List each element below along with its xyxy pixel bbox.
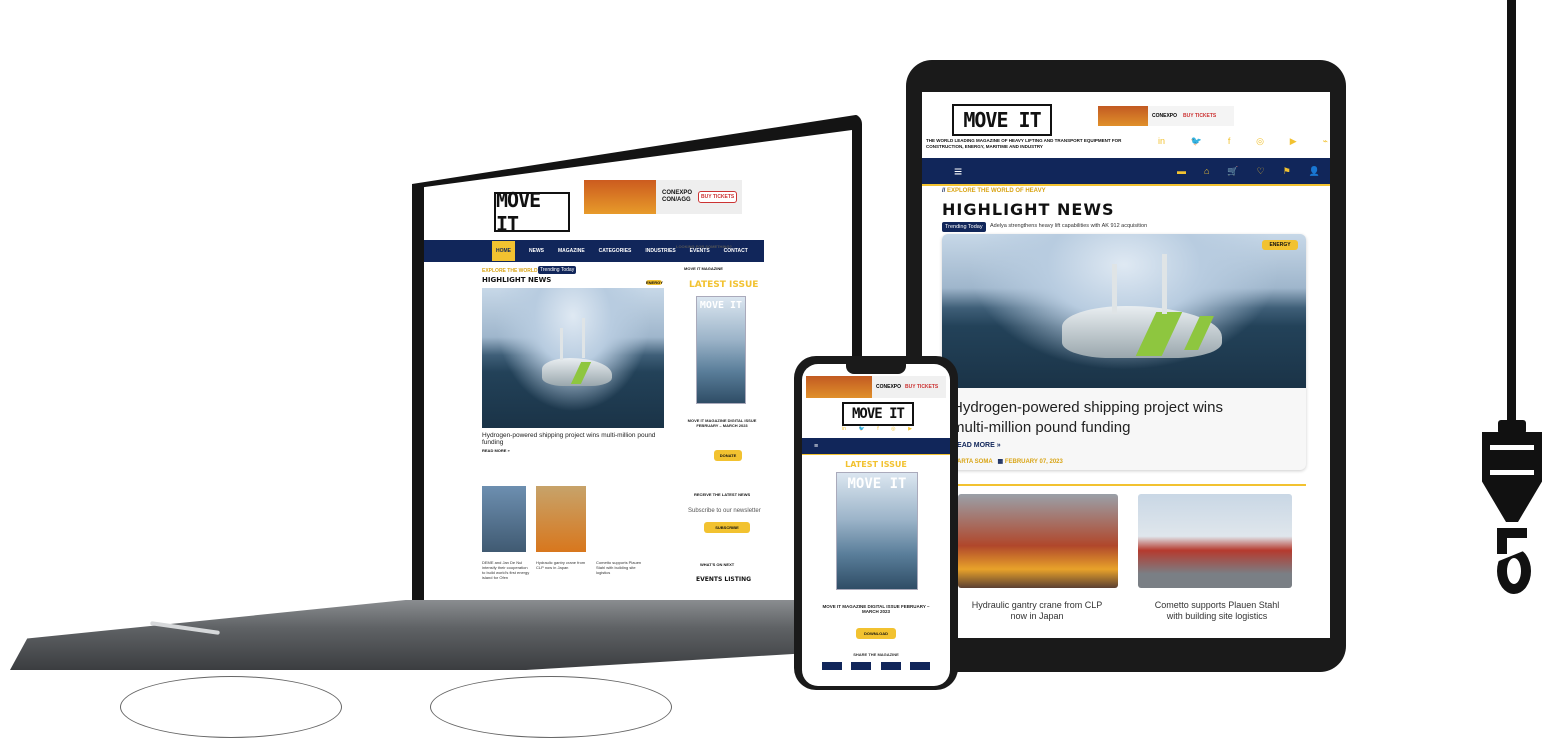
linkedin-icon[interactable]: in bbox=[842, 426, 846, 432]
tablet-kicker: // EXPLORE THE WORLD OF HEAVY bbox=[942, 188, 1046, 194]
tablet-card-title-1[interactable]: Hydraulic gantry crane from CLP now in Ja… bbox=[952, 600, 1122, 622]
laptop-card-title-2[interactable]: Hydraulic gantry crane from CLP now in J… bbox=[536, 560, 590, 570]
laptop-trending-label: Trending Today bbox=[538, 266, 577, 274]
instagram-icon[interactable]: ◎ bbox=[891, 426, 895, 432]
laptop-nav-home[interactable]: HOME bbox=[492, 241, 515, 261]
instagram-icon[interactable]: ◎ bbox=[1256, 136, 1264, 147]
share-email-button[interactable] bbox=[909, 662, 930, 670]
laptop-logo[interactable]: MOVE IT bbox=[494, 188, 570, 236]
phone-section-title: LATEST ISSUE bbox=[845, 460, 907, 469]
tablet-card-photo-1[interactable] bbox=[958, 494, 1118, 588]
laptop-card-photo-2[interactable] bbox=[536, 486, 586, 552]
tablet-read-more[interactable]: READ MORE » bbox=[952, 442, 1001, 449]
laptop-card-title-1[interactable]: DEME and Jan De Nul intensify their coop… bbox=[482, 560, 530, 580]
laptop-newsletter-text: Subscribe to our newsletter bbox=[688, 508, 761, 514]
laptop-sidebar-kicker: MOVE IT MAGAZINE bbox=[684, 266, 723, 271]
laptop-nav-industries[interactable]: INDUSTRIES bbox=[645, 248, 675, 254]
phone-issue-caption[interactable]: MOVE IT MAGAZINE DIGITAL ISSUE FEBRUARY … bbox=[822, 604, 930, 614]
facebook-icon[interactable]: f bbox=[877, 426, 878, 432]
tablet-trending-text[interactable]: Adelya strengthens heavy lift capabiliti… bbox=[990, 223, 1147, 229]
laptop-card-title-3[interactable]: Cometto supports Plauen Stahl with build… bbox=[596, 560, 650, 575]
cable-shadow bbox=[430, 676, 672, 738]
laptop-events-kicker: WHAT'S ON NEXT bbox=[700, 562, 735, 567]
tablet-section-title: HIGHLIGHT NEWS bbox=[942, 200, 1115, 219]
menu-icon[interactable]: ≡ bbox=[954, 163, 962, 179]
phone-screen: CONEXPO BUY TICKETS MOVE IT in 🐦 f ◎ ▶ ≡… bbox=[802, 364, 950, 686]
heart-icon[interactable]: ♡ bbox=[1257, 166, 1265, 177]
phone-share-label: SHARE THE MAGAZINE bbox=[853, 652, 899, 657]
share-linkedin-button[interactable] bbox=[822, 662, 842, 670]
laptop-hero-headline[interactable]: Hydrogen-powered shipping project wins m… bbox=[482, 432, 672, 446]
twitter-icon[interactable]: 🐦 bbox=[858, 426, 864, 432]
laptop-events-title: EVENTS LISTING bbox=[696, 576, 752, 583]
youtube-icon[interactable]: ▶ bbox=[1290, 136, 1297, 147]
laptop-hero-badge[interactable]: ENERGY bbox=[646, 280, 663, 285]
phone-navbar: ≡ bbox=[802, 438, 950, 455]
laptop-subscribe-button[interactable]: SUBSCRIBE bbox=[704, 522, 750, 533]
tablet-hero-badge[interactable]: ENERGY bbox=[1262, 240, 1298, 250]
phone-download-button[interactable]: DOWNLOAD bbox=[856, 628, 896, 639]
tablet-trending-label: Trending Today bbox=[942, 222, 986, 232]
phone-logo[interactable]: MOVE IT bbox=[842, 402, 914, 426]
tablet-hero-card[interactable]: ENERGY Hydrogen-powered shipping project… bbox=[942, 234, 1306, 470]
laptop-card-photo-1[interactable] bbox=[482, 486, 526, 552]
share-facebook-button[interactable] bbox=[880, 662, 901, 670]
laptop-hero-image[interactable] bbox=[482, 288, 664, 428]
menu-icon[interactable]: ≡ bbox=[814, 443, 818, 450]
cart-icon[interactable]: 🛒 bbox=[1227, 166, 1238, 177]
tablet-hero-headline[interactable]: Hydrogen-powered shipping project wins m… bbox=[952, 398, 1292, 438]
cable-shadow bbox=[120, 676, 342, 738]
tablet-hero-image[interactable] bbox=[942, 234, 1306, 388]
twitter-icon[interactable]: 🐦 bbox=[1191, 136, 1202, 147]
home-icon[interactable]: ⌂ bbox=[1204, 166, 1209, 177]
flag-icon[interactable]: ⚑ bbox=[1283, 166, 1291, 177]
laptop-issue-caption[interactable]: MOVE IT MAGAZINE DIGITAL ISSUE FEBRUARY … bbox=[682, 418, 762, 428]
tablet-navbar: ≡ ▬ ⌂ 🛒 ♡ ⚑ 👤 bbox=[922, 158, 1330, 186]
laptop-section-title: HIGHLIGHT NEWS bbox=[482, 276, 552, 284]
rss-icon[interactable]: ⌁ bbox=[1323, 136, 1328, 147]
laptop-screen: MOVE IT CONEXPO CON/AGG BUY TICKETS HOME … bbox=[424, 130, 852, 606]
tablet-divider bbox=[942, 484, 1306, 486]
laptop-donate-button[interactable]: DONATE bbox=[714, 450, 742, 461]
linkedin-icon[interactable]: in bbox=[1158, 136, 1165, 147]
laptop-buy-tickets[interactable]: BUY TICKETS bbox=[698, 191, 738, 203]
share-twitter-button[interactable] bbox=[851, 662, 872, 670]
facebook-icon[interactable]: f bbox=[1228, 136, 1231, 147]
phone-magazine-cover[interactable]: MOVE IT bbox=[836, 472, 918, 590]
tablet-card-photo-2[interactable] bbox=[1138, 494, 1292, 588]
laptop-read-more[interactable]: READ MORE » bbox=[482, 448, 510, 453]
tablet-hero-meta: MARTA SOMA ▦ FEBRUARY 07, 2023 bbox=[952, 459, 1063, 465]
tablet-tagline: THE WORLD LEADING MAGAZINE OF HEAVY LIFT… bbox=[926, 138, 1122, 149]
user-icon[interactable]: 👤 bbox=[1309, 166, 1320, 177]
tablet-card-title-2[interactable]: Cometto supports Plauen Stahl with buildi… bbox=[1132, 600, 1302, 622]
laptop-nav-magazine[interactable]: MAGAZINE bbox=[558, 248, 585, 254]
laptop-latest-issue-title: LATEST ISSUE bbox=[689, 280, 759, 290]
tablet-social-icons: in 🐦 f ◎ ▶ ⌁ bbox=[1158, 136, 1328, 147]
tablet-screen: MOVE IT CONEXPO BUY TICKETS THE WORLD LE… bbox=[922, 92, 1330, 638]
laptop-ad-banner[interactable]: CONEXPO CON/AGG BUY TICKETS bbox=[584, 180, 742, 214]
phone-ad-banner[interactable]: CONEXPO BUY TICKETS bbox=[806, 376, 946, 398]
laptop-base bbox=[10, 600, 870, 670]
laptop-search-label: LOOKING FOR SOMETHING? bbox=[676, 244, 732, 249]
phone-social-row: in 🐦 f ◎ ▶ bbox=[842, 426, 912, 432]
laptop-nav-news[interactable]: NEWS bbox=[529, 248, 544, 254]
laptop-nav-categories[interactable]: CATEGORIES bbox=[599, 248, 632, 254]
laptop: MOVE IT CONEXPO CON/AGG BUY TICKETS HOME … bbox=[0, 0, 900, 738]
crane-hook-icon bbox=[1478, 0, 1548, 610]
tablet-ad-banner[interactable]: CONEXPO BUY TICKETS bbox=[1098, 106, 1234, 126]
laptop-newsletter-kicker: RECEIVE THE LATEST NEWS bbox=[694, 492, 751, 497]
magazine-icon[interactable]: ▬ bbox=[1177, 166, 1186, 177]
youtube-icon[interactable]: ▶ bbox=[908, 426, 912, 432]
tablet-logo[interactable]: MOVE IT bbox=[952, 104, 1052, 136]
laptop-magazine-cover[interactable]: MOVE IT bbox=[696, 296, 746, 404]
phone-notch bbox=[846, 364, 906, 374]
phone-share-buttons bbox=[822, 662, 930, 670]
